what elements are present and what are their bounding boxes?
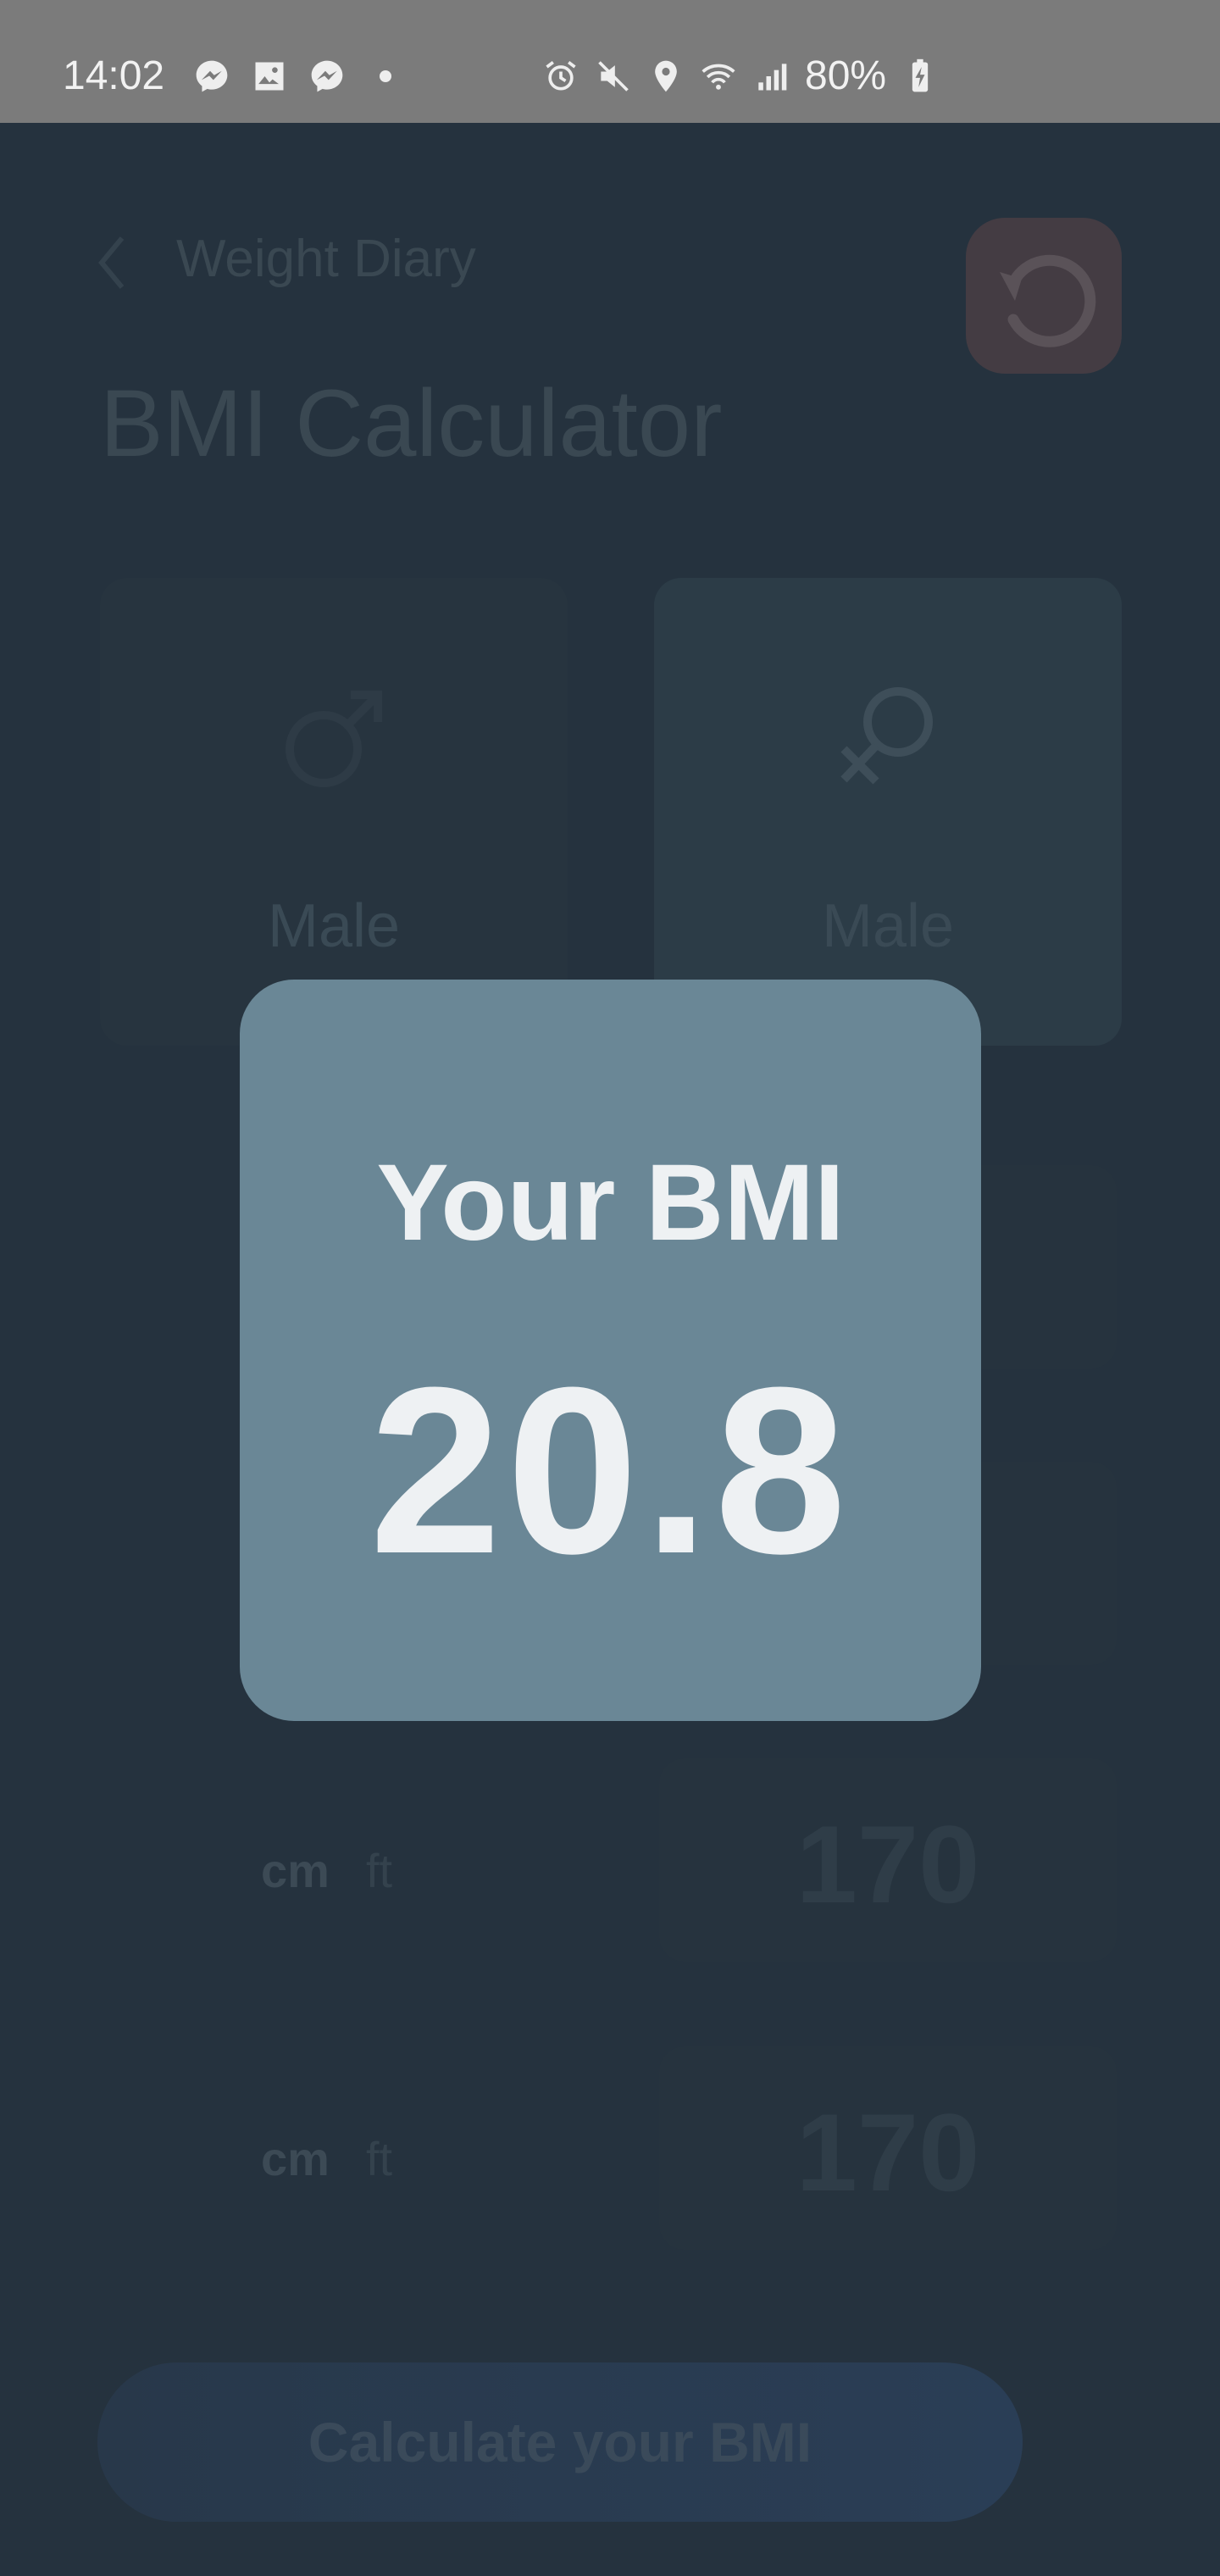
- gender-label: Male: [821, 892, 955, 960]
- measure-input[interactable]: 170: [659, 2046, 1117, 2250]
- status-left-icons: [193, 58, 391, 95]
- messenger-icon: [196, 60, 228, 92]
- location-icon: [655, 60, 677, 92]
- measure-row-3: cm ft 170: [100, 1758, 1122, 1970]
- page-title: BMI Calculator: [100, 370, 723, 476]
- male-symbol-icon: [100, 680, 568, 802]
- dot-icon: [380, 70, 391, 82]
- back-label[interactable]: Weight Diary: [176, 229, 476, 289]
- refresh-icon: [1000, 254, 1096, 347]
- reset-button[interactable]: [966, 218, 1122, 374]
- messenger-icon: [311, 60, 343, 92]
- battery-icon: [912, 58, 929, 92]
- bmi-result-value: 20.8: [369, 1339, 851, 1603]
- wifi-icon: [702, 64, 735, 90]
- battery-percent: 80%: [805, 53, 887, 98]
- alarm-icon: [546, 60, 576, 90]
- female-symbol-icon: [654, 680, 1122, 802]
- measure-input[interactable]: 170: [659, 1758, 1117, 1962]
- mute-icon: [598, 60, 629, 92]
- calculate-bmi-button[interactable]: Calculate your BMI: [97, 2362, 1023, 2522]
- bmi-result-title: Your BMI: [376, 1142, 845, 1263]
- measure-value: 170: [796, 1802, 980, 1926]
- gender-card-selected[interactable]: Male: [654, 578, 1122, 1046]
- bmi-result-dialog[interactable]: Your BMI 20.8: [240, 980, 981, 1721]
- unit-secondary[interactable]: ft: [366, 2131, 392, 2186]
- unit-primary[interactable]: cm: [261, 1843, 330, 1898]
- status-right-icons: 80%: [542, 53, 939, 99]
- measure-row-4: cm ft 170: [100, 2046, 1122, 2258]
- measure-value: 170: [796, 2090, 980, 2214]
- gender-card-male[interactable]: Male: [100, 578, 568, 1046]
- unit-primary[interactable]: cm: [261, 2131, 330, 2186]
- image-icon: [255, 62, 284, 91]
- unit-secondary[interactable]: ft: [366, 1843, 392, 1898]
- back-arrow-icon[interactable]: [95, 233, 129, 292]
- signal-icon: [758, 63, 787, 90]
- status-time: 14:02: [63, 53, 165, 98]
- gender-label: Male: [267, 892, 401, 960]
- status-bar: 14:02 80%: [0, 0, 1220, 123]
